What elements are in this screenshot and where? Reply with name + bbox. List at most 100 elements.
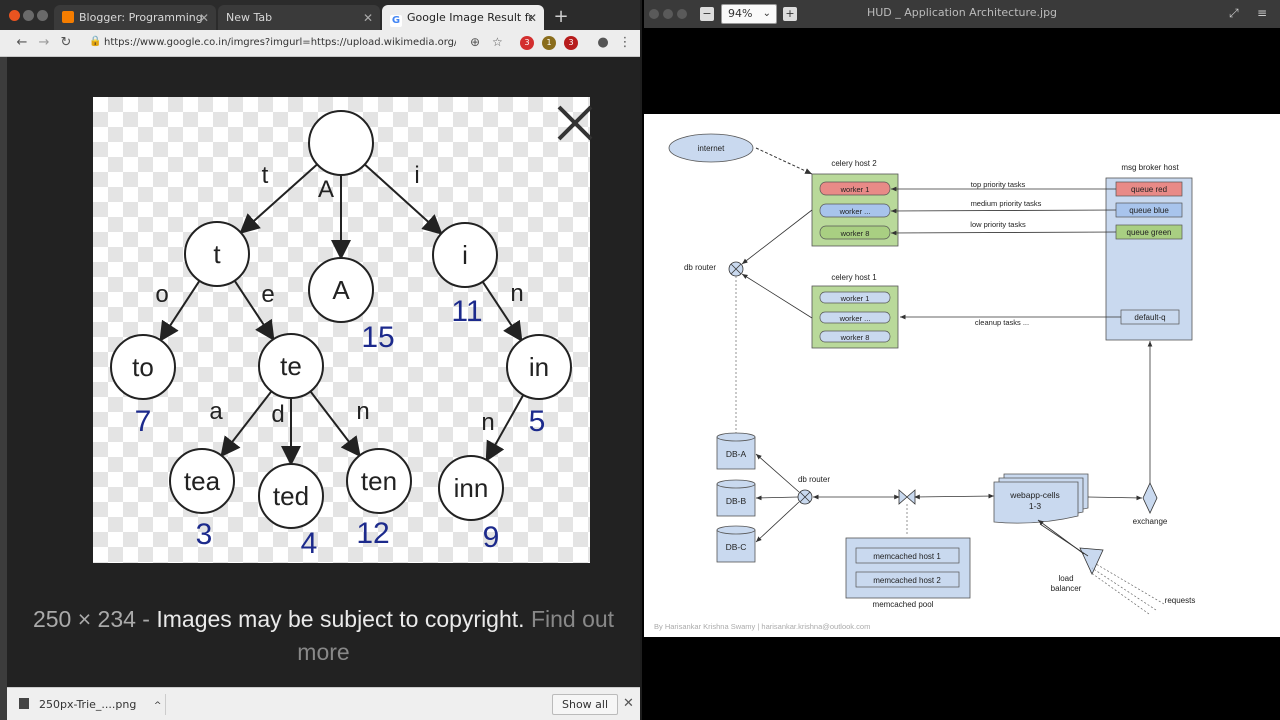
trie-node-label: tea [184,466,221,496]
extension-icon[interactable]: 1 [542,36,556,50]
close-icon[interactable] [553,101,597,145]
tab-label: New Tab [226,11,273,24]
zoom-select[interactable]: 94% ⌄ [721,4,777,24]
trie-node-value: 7 [135,405,152,438]
queue-label: queue green [1127,228,1172,237]
architecture-diagram: internet celery host 2 worker 1 worker .… [654,133,1195,631]
trie-edge-label: a [209,398,223,425]
webapp-label: webapp-cells [1009,490,1060,500]
task-label: cleanup tasks ... [975,318,1029,327]
trie-edge [220,390,273,458]
db-c: DB-C [716,525,756,563]
memcached-pool-label: memcached pool [873,600,934,609]
trie-node-value: 9 [483,521,500,554]
chevron-up-icon[interactable]: ^ [154,701,162,711]
close-icon[interactable]: ✕ [527,5,537,31]
window-close-button[interactable] [649,9,659,19]
menu-icon[interactable]: ⋮ [616,34,634,52]
fullscreen-icon[interactable]: ⤢ [1229,6,1239,21]
zoom-value: 94% [728,7,753,20]
trie-edge-label: e [261,281,274,308]
memcached-host-label: memcached host 1 [873,552,941,561]
memcached-host-label: memcached host 2 [873,576,941,585]
trie-edge-label: i [414,162,419,189]
bookmark-star-icon[interactable]: ☆ [492,35,503,49]
db-b: DB-B [716,479,756,517]
db-router-label: db router [798,475,830,484]
trie-edge-label: n [510,280,523,307]
close-icon[interactable]: ✕ [363,5,373,31]
load-balancer-label: load [1058,574,1073,583]
chrome-window: Blogger: Programming Cr ✕ New Tab ✕ G Goo… [0,0,642,720]
webapp-cells: webapp-cells 1-3 [993,473,1089,524]
webapp-label: 1-3 [1029,501,1042,511]
zoom-out-icon[interactable]: − [700,7,714,21]
account-icon[interactable]: ● [594,34,612,52]
trie-edge [239,163,318,234]
image-lightbox: t Ai o e n a d n n t A 15 i 11 to 7 te in 5 tea 3 ted 4 ten 12 i… [7,57,640,687]
menu-icon[interactable]: ≡ [1257,6,1267,20]
internet-cloud: internet [668,133,754,163]
queue-label: queue red [1131,185,1167,194]
url-text[interactable]: https://www.google.co.in/imgres?imgurl=h… [104,37,456,48]
window-maximize-button[interactable] [37,10,48,21]
trie-node-value: 5 [529,405,546,438]
lock-icon: 🔒 [89,36,102,47]
show-all-button[interactable]: Show all [552,694,619,715]
image-dimensions: 250 × 234 [32,606,136,632]
worker-label: worker 1 [840,294,870,303]
window-minimize-button[interactable] [23,10,34,21]
close-icon[interactable]: ✕ [199,5,209,31]
db-label: DB-B [726,496,747,506]
db-a: DB-A [716,432,756,470]
trie-node-value: 3 [196,518,213,551]
new-tab-icon[interactable]: + [553,7,569,27]
db-label: DB-C [726,542,747,552]
worker-label: worker ... [839,314,871,323]
extension-icon[interactable]: 3 [564,36,578,50]
worker-label: worker 1 [840,185,870,194]
credit-text: By Harisankar Krishna Swamy | harisankar… [654,622,870,631]
tab-label: Blogger: Programming Cr [79,11,204,24]
queue-label: queue blue [1129,206,1169,215]
trie-edge-label: n [481,409,494,436]
window-close-button[interactable] [9,10,20,21]
trie-node-value: 11 [451,295,482,328]
download-item[interactable]: 250px-Trie_....png ^ [19,698,161,711]
task-label: top priority tasks [971,180,1026,189]
address-bar[interactable]: 🔒 https://www.google.co.in/imgres?imgurl… [86,34,510,53]
task-label: low priority tasks [970,220,1026,229]
trie-image[interactable]: t Ai o e n a d n n t A 15 i 11 to 7 te in 5 tea 3 ted 4 ten 12 i… [93,97,590,563]
close-icon[interactable]: ✕ [623,696,634,711]
default-queue-label: default-q [1134,313,1165,322]
trie-node-label: te [280,351,302,381]
worker-label: worker 8 [840,333,870,342]
window-maximize-button[interactable] [677,9,687,19]
celery-host-2-title: celery host 2 [831,159,877,168]
download-bar: 250px-Trie_....png ^ Show all ✕ [7,687,640,720]
divider [165,694,166,715]
back-icon[interactable]: ← [13,34,31,52]
reload-icon[interactable]: ↻ [57,34,75,52]
extension-badge: 3 [524,38,530,47]
trie-node-value: 15 [361,321,394,354]
trie-edge-label: o [155,281,168,308]
window-minimize-button[interactable] [663,9,673,19]
exchange-label: exchange [1133,517,1168,526]
db-label: DB-A [726,449,747,459]
image-caption: 250 × 234 - Images may be subject to cop… [7,603,640,669]
extension-icon[interactable]: 3 [520,36,534,50]
worker-label: worker 8 [840,229,870,238]
google-icon: G [390,15,402,27]
download-filename: 250px-Trie_....png [39,698,137,711]
architecture-image[interactable]: internet celery host 2 worker 1 worker .… [644,114,1280,637]
extension-badge: 1 [546,38,552,47]
trie-edge-label: t [262,162,269,189]
forward-icon[interactable]: → [35,34,53,52]
zoom-icon[interactable]: ⊕ [470,35,480,49]
broker-title: msg broker host [1121,163,1179,172]
memcached-pool-box [845,537,971,599]
trie-node-label: i [462,240,468,270]
db-router-label: db router [684,263,716,272]
trie-node-label: ten [361,466,397,496]
